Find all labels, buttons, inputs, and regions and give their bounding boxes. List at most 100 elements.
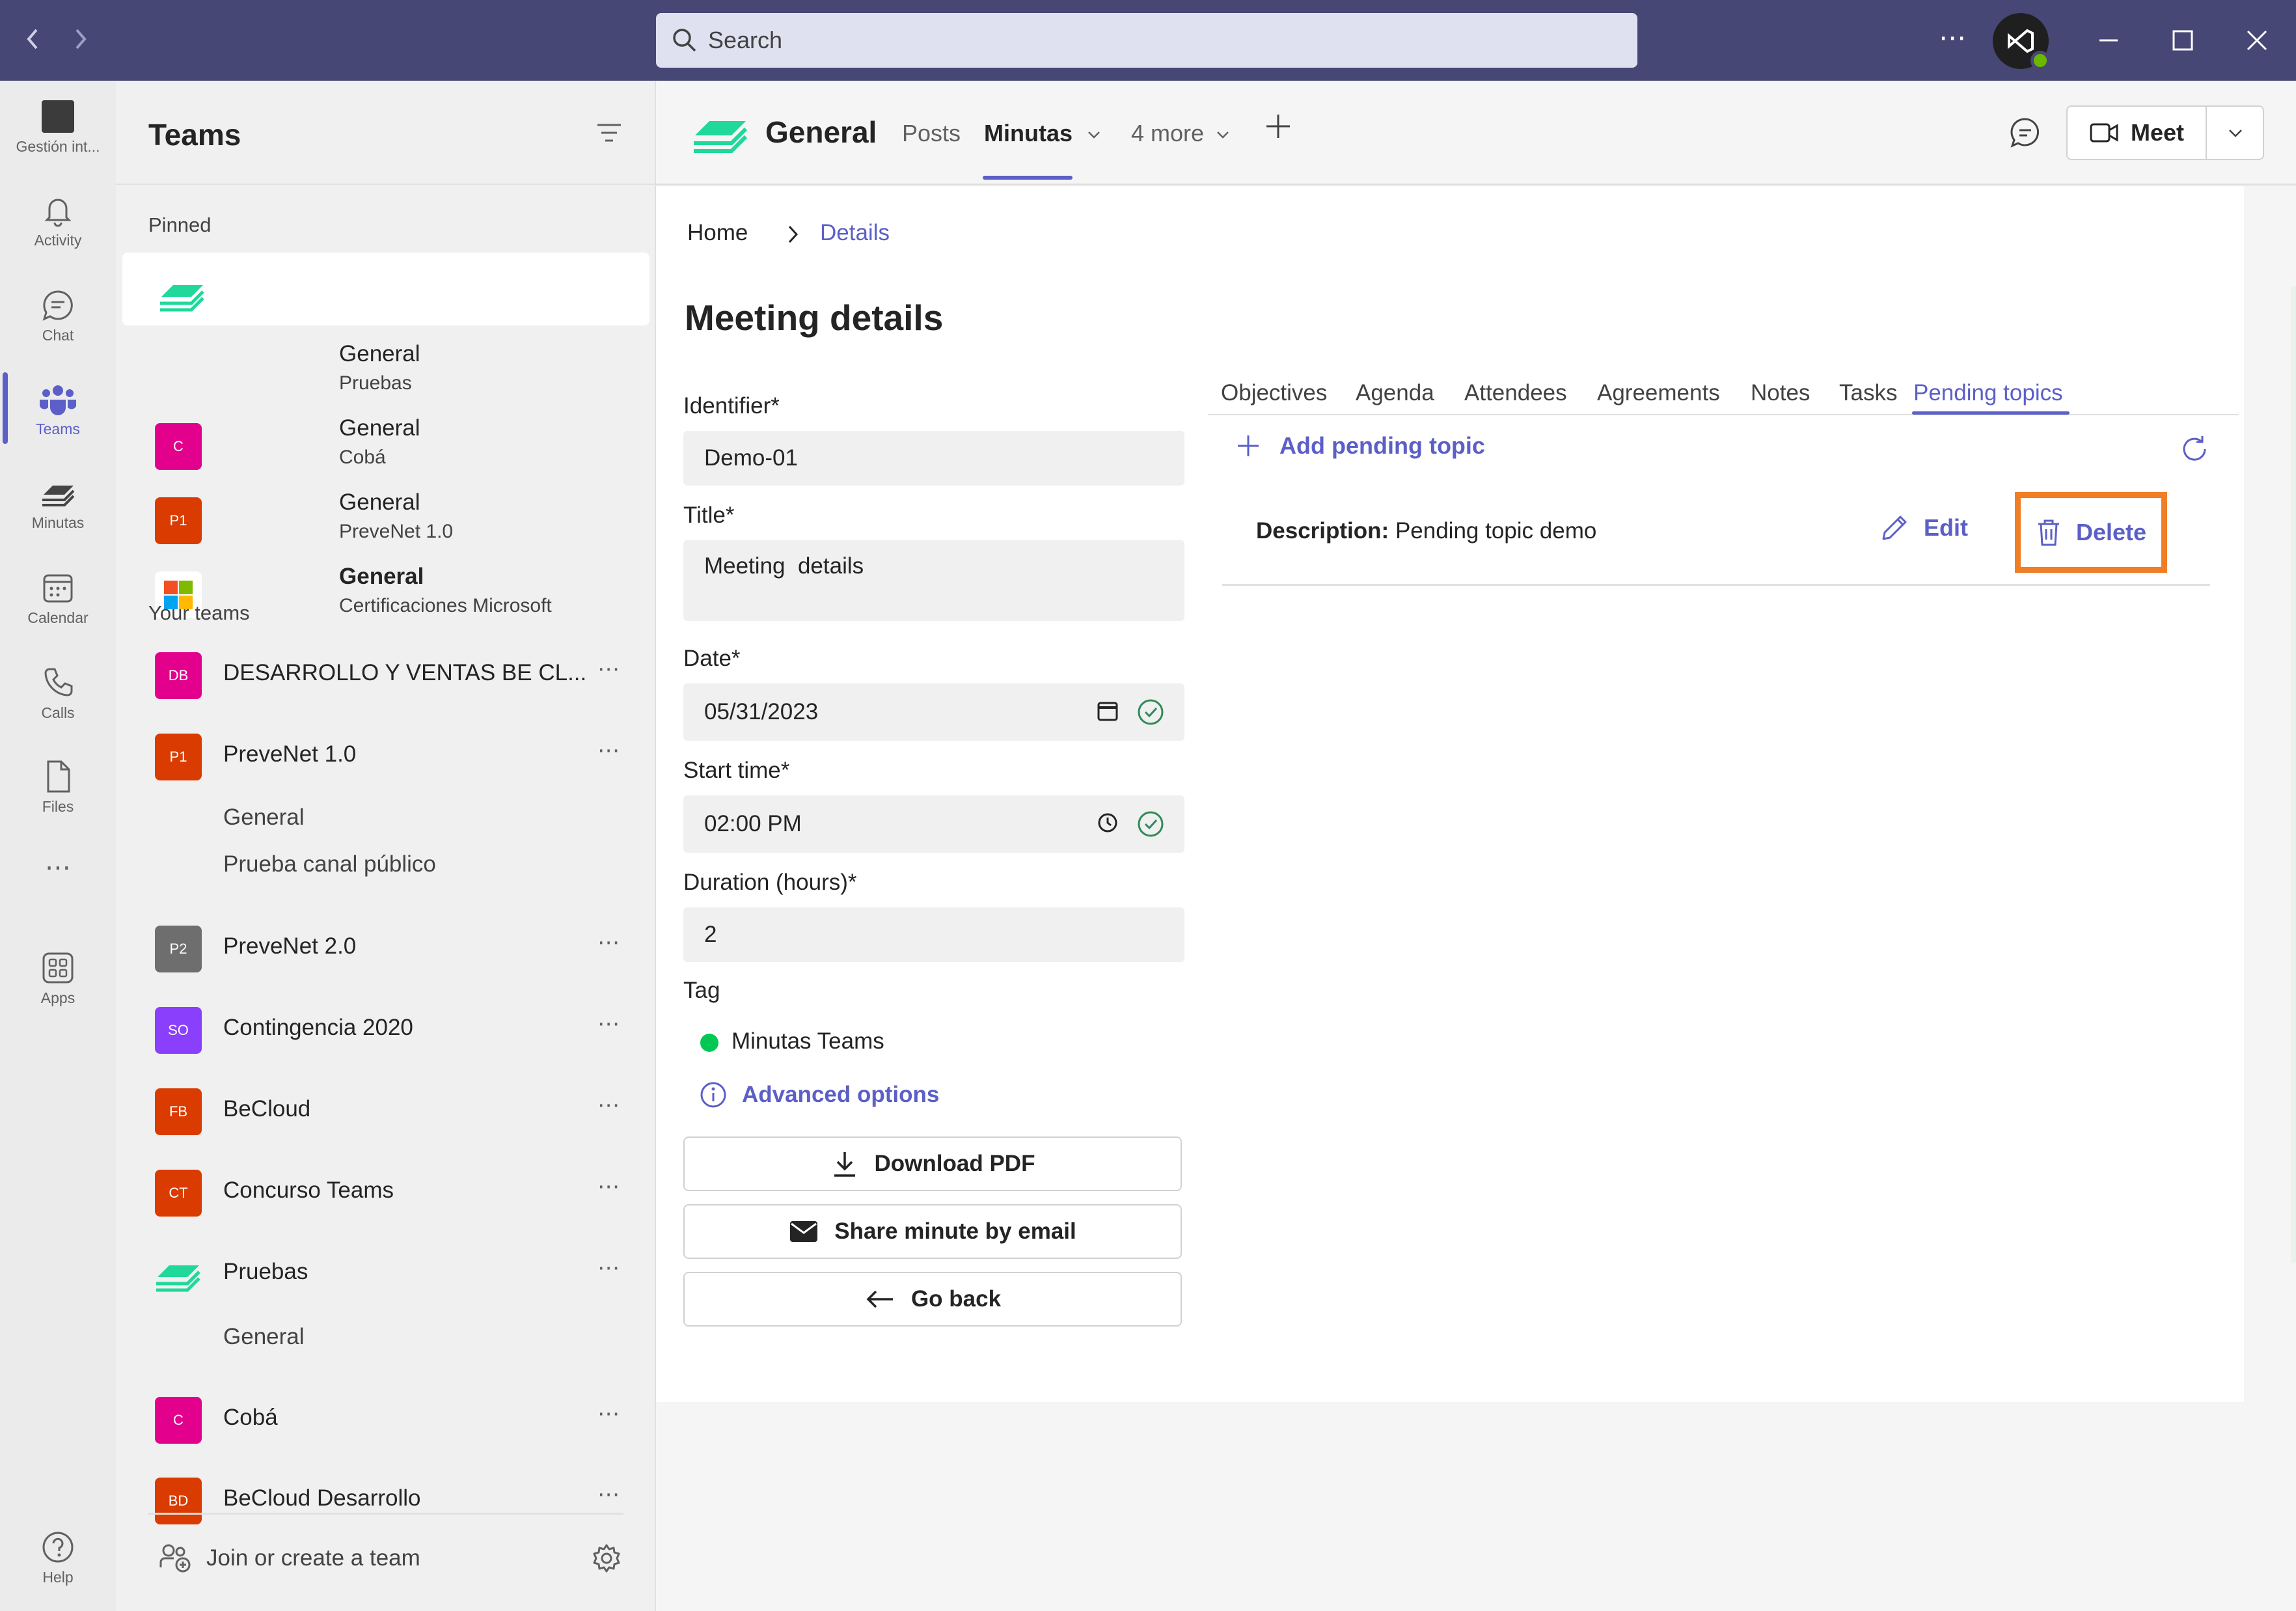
- more-options-icon[interactable]: ⋯: [597, 1092, 620, 1118]
- tag-value: Minutas Teams: [731, 1028, 884, 1054]
- page-title: Meeting details: [685, 297, 944, 338]
- rail-item-files[interactable]: Files: [0, 759, 116, 816]
- team-name: BeCloud: [223, 1096, 311, 1122]
- team-row-prevenet-1[interactable]: P1 PreveNet 1.0 ⋯: [122, 715, 649, 788]
- team-row-concurso[interactable]: CT Concurso Teams ⋯: [122, 1151, 649, 1224]
- rail-label: Calendar: [27, 609, 89, 626]
- settings-more-button[interactable]: ⋯: [1930, 18, 1975, 64]
- divider: [148, 1513, 623, 1515]
- team-row-contingencia[interactable]: SO Contingencia 2020 ⋯: [122, 989, 649, 1062]
- download-pdf-label: Download PDF: [874, 1151, 1035, 1176]
- rail-item-calendar[interactable]: Calendar: [0, 570, 116, 627]
- search-icon: [670, 26, 699, 61]
- breadcrumb-details[interactable]: Details: [820, 220, 890, 246]
- add-pending-topic-label: Add pending topic: [1279, 432, 1485, 459]
- add-pending-topic-button[interactable]: Add pending topic: [1235, 432, 1485, 460]
- channel-name: General: [339, 489, 420, 515]
- rail-item-help[interactable]: Help: [0, 1530, 116, 1586]
- share-minute-email-button[interactable]: Share minute by email: [683, 1204, 1182, 1259]
- team-row-pruebas[interactable]: Pruebas ⋯: [122, 1233, 649, 1306]
- start-time-field[interactable]: 02:00 PM: [683, 795, 1184, 853]
- forward-arrow-icon[interactable]: [61, 20, 100, 59]
- team-row-desarrollo[interactable]: DB DESARROLLO Y VENTAS BE CL... ⋯: [122, 634, 649, 707]
- duration-label: Duration (hours)*: [683, 870, 857, 895]
- search-input[interactable]: Search: [656, 13, 1637, 68]
- more-options-icon[interactable]: ⋯: [597, 1011, 620, 1037]
- rail-item-apps[interactable]: Apps: [0, 950, 116, 1007]
- identifier-label: Identifier*: [683, 393, 780, 419]
- duration-field[interactable]: 2: [683, 907, 1184, 962]
- calendar-picker-icon[interactable]: [1096, 698, 1119, 724]
- title-label: Title*: [683, 503, 735, 528]
- content-right-accent: [2291, 286, 2296, 1263]
- channel-prueba-canal-publico[interactable]: Prueba canal público: [223, 851, 436, 877]
- clock-icon[interactable]: [1096, 810, 1119, 836]
- minimize-icon[interactable]: [2083, 14, 2135, 66]
- breadcrumb-home[interactable]: Home: [687, 220, 748, 246]
- rail-item-teams[interactable]: Teams: [0, 381, 116, 438]
- meet-button[interactable]: Meet: [2068, 107, 2207, 159]
- channel-general[interactable]: General: [223, 1324, 305, 1350]
- rail-item-minutas[interactable]: Minutas: [0, 475, 116, 532]
- tab-minutas[interactable]: Minutas: [984, 120, 1102, 147]
- more-options-icon[interactable]: ⋯: [597, 1401, 620, 1427]
- title-field[interactable]: Meeting details: [683, 540, 1184, 621]
- tab-objectives[interactable]: Objectives: [1221, 380, 1327, 406]
- team-name: DESARROLLO Y VENTAS BE CL...: [223, 660, 587, 685]
- rail-item-activity[interactable]: Activity: [0, 193, 116, 249]
- pending-topic-row: Description: Pending topic demo Edit Del…: [1222, 492, 2210, 586]
- tab-tasks[interactable]: Tasks: [1839, 380, 1897, 406]
- date-field[interactable]: 05/31/2023: [683, 683, 1184, 741]
- more-options-icon[interactable]: ⋯: [597, 1255, 620, 1281]
- tab-notes[interactable]: Notes: [1751, 380, 1810, 406]
- tag-label: Tag: [683, 978, 720, 1003]
- tab-agenda[interactable]: Agenda: [1356, 380, 1434, 406]
- more-options-icon[interactable]: ⋯: [597, 737, 620, 764]
- more-options-icon[interactable]: ⋯: [597, 1481, 620, 1508]
- delete-button[interactable]: Delete: [2015, 492, 2167, 573]
- identifier-field[interactable]: Demo-01: [683, 431, 1184, 486]
- download-pdf-button[interactable]: Download PDF: [683, 1136, 1182, 1191]
- pinned-channel-general-pruebas[interactable]: [122, 253, 649, 325]
- team-row-coba[interactable]: C Cobá ⋯: [122, 1379, 649, 1452]
- more-options-icon[interactable]: ⋯: [597, 1174, 620, 1200]
- rail-item-calls[interactable]: Calls: [0, 665, 116, 722]
- more-options-icon[interactable]: ⋯: [597, 929, 620, 956]
- close-icon[interactable]: [2231, 14, 2283, 66]
- team-tile: P1: [155, 497, 202, 544]
- tab-posts[interactable]: Posts: [902, 120, 961, 147]
- refresh-icon[interactable]: [2179, 434, 2210, 468]
- edit-button[interactable]: Edit: [1879, 513, 1968, 543]
- join-or-create-team-button[interactable]: Join or create a team: [158, 1543, 420, 1574]
- filter-icon[interactable]: [595, 120, 623, 149]
- back-arrow-icon[interactable]: [13, 20, 52, 59]
- active-subtab-indicator: [1912, 411, 2070, 415]
- rail-more-apps-button[interactable]: ⋯: [0, 853, 116, 883]
- avatar[interactable]: [1993, 13, 2050, 70]
- go-back-button[interactable]: Go back: [683, 1272, 1182, 1327]
- more-options-icon[interactable]: ⋯: [597, 656, 620, 682]
- tab-pending-topics[interactable]: Pending topics: [1913, 380, 2063, 406]
- tab-attendees[interactable]: Attendees: [1464, 380, 1567, 406]
- team-row-becloud-desarrollo[interactable]: BD BeCloud Desarrollo ⋯: [122, 1459, 649, 1532]
- your-teams-section-label: Your teams: [148, 601, 250, 624]
- add-tab-plus-icon[interactable]: [1263, 111, 1294, 145]
- maximize-icon[interactable]: [2157, 14, 2209, 66]
- team-row-prevenet-2[interactable]: P2 PreveNet 2.0 ⋯: [122, 907, 649, 980]
- team-tile: DB: [155, 652, 202, 699]
- channel-name: General: [339, 415, 420, 441]
- conversation-icon[interactable]: [2008, 116, 2042, 153]
- meet-dropdown-button[interactable]: [2208, 107, 2263, 159]
- rail-item-chat[interactable]: Chat: [0, 288, 116, 344]
- advanced-options-link[interactable]: Advanced options: [699, 1081, 939, 1109]
- rail-label: Files: [42, 798, 74, 815]
- rail-item-gestion[interactable]: Gestión int...: [0, 99, 116, 156]
- channel-general[interactable]: General: [223, 805, 305, 831]
- visual-studio-icon: [2008, 29, 2034, 53]
- minutas-icon: [42, 486, 75, 506]
- teams-panel-title: Teams: [148, 118, 241, 152]
- team-row-becloud[interactable]: FB BeCloud ⋯: [122, 1070, 649, 1143]
- tab-more[interactable]: 4 more: [1131, 120, 1231, 147]
- gear-icon[interactable]: [591, 1543, 622, 1577]
- tab-agreements[interactable]: Agreements: [1597, 380, 1720, 406]
